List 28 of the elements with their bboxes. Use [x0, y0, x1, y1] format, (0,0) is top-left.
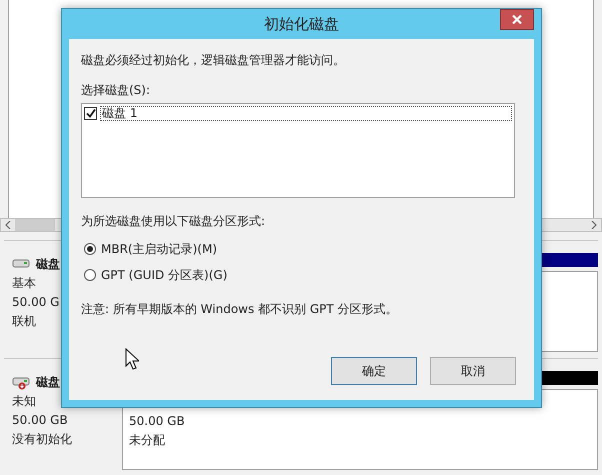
radio-button[interactable]	[84, 269, 96, 281]
scroll-thumb[interactable]	[15, 219, 55, 231]
dialog-button[interactable]: 确定	[331, 357, 417, 385]
partition-style-label: 为所选磁盘使用以下磁盘分区形式:	[81, 213, 266, 230]
disk-info-text: 联机	[12, 313, 36, 330]
disk-info-text: 50.00 GB	[12, 412, 68, 429]
window-title: 初始化磁盘	[264, 14, 339, 35]
partition-text: 50.00 GB	[129, 413, 186, 430]
partition-text: 未分配	[129, 432, 166, 449]
disk-info-text: 没有初始化	[12, 431, 72, 448]
disk-name: 磁盘	[36, 256, 60, 273]
cursor-icon	[125, 348, 139, 370]
message-text: 磁盘必须经过初始化，逻辑磁盘管理器才能访问。	[81, 52, 346, 69]
close-button[interactable]	[500, 9, 534, 30]
disk-info-text: 未知	[12, 393, 36, 410]
close-icon	[512, 15, 522, 24]
disk-info-text: 50.00 G	[12, 294, 60, 311]
disk-info-text: 基本	[12, 275, 36, 292]
select-disk-label: 选择磁盘(S):	[81, 82, 152, 99]
dialog-button[interactable]: 取消	[430, 357, 516, 385]
disk-name: 磁盘	[36, 374, 60, 391]
disk-list[interactable]: 磁盘 1	[81, 103, 515, 198]
note-text: 注意: 所有早期版本的 Windows 都不识别 GPT 分区形式。	[81, 301, 399, 318]
disk-icon	[12, 376, 30, 390]
radio-button[interactable]	[84, 243, 96, 255]
radio-option[interactable]: MBR(主启动记录)(M)	[84, 240, 218, 258]
checkbox[interactable]	[84, 107, 97, 120]
radio-option[interactable]: GPT (GUID 分区表)(G)	[84, 266, 228, 284]
